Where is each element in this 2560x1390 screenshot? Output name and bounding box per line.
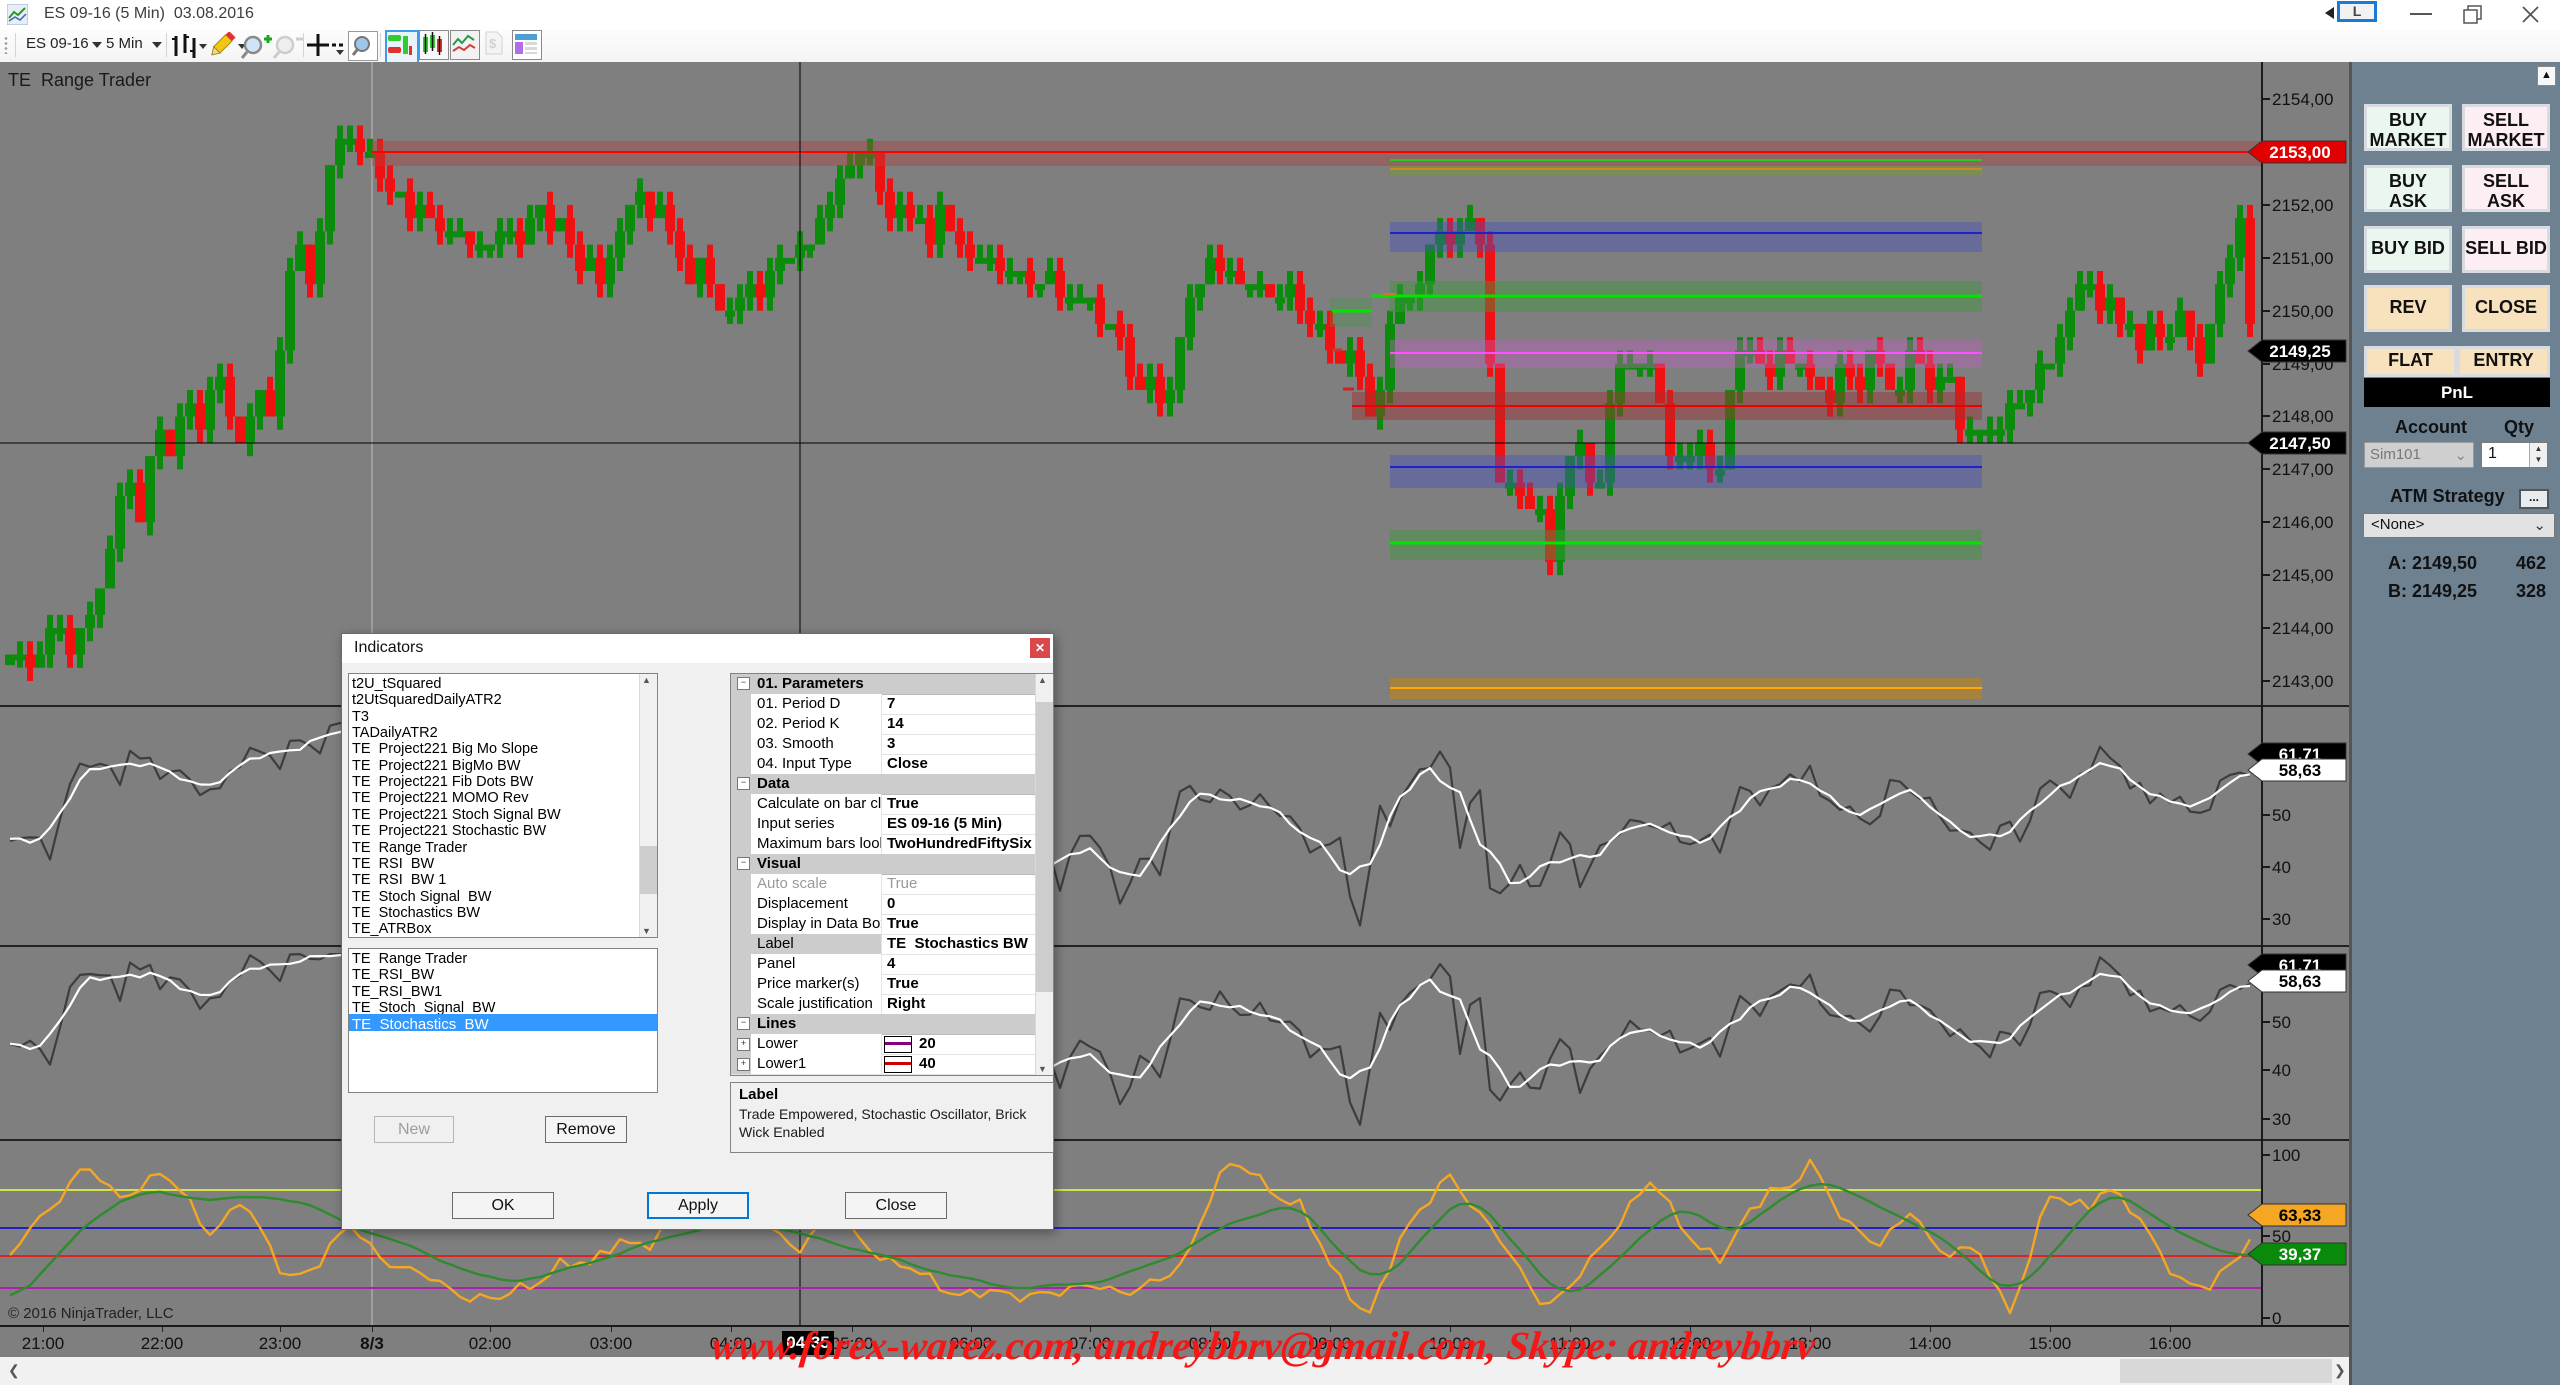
svg-text:39,37: 39,37 [2279, 1245, 2322, 1264]
svg-text:63,33: 63,33 [2279, 1206, 2322, 1225]
svg-text:2146,00: 2146,00 [2272, 513, 2333, 532]
svg-text:40: 40 [2272, 858, 2291, 877]
svg-text:2143,00: 2143,00 [2272, 672, 2333, 691]
svg-text:30: 30 [2272, 910, 2291, 929]
svg-text:50: 50 [2272, 806, 2291, 825]
svg-text:0: 0 [2272, 1309, 2281, 1325]
svg-text:2144,00: 2144,00 [2272, 619, 2333, 638]
svg-text:40: 40 [2272, 1061, 2291, 1080]
svg-text:2152,00: 2152,00 [2272, 196, 2333, 215]
svg-text:2149,25: 2149,25 [2269, 342, 2330, 361]
svg-text:2150,00: 2150,00 [2272, 302, 2333, 321]
svg-text:30: 30 [2272, 1110, 2291, 1129]
svg-text:TE Range Trader: TE Range Trader [8, 70, 151, 90]
svg-text:2145,00: 2145,00 [2272, 566, 2333, 585]
svg-text:50: 50 [2272, 1013, 2291, 1032]
svg-text:$: $ [489, 36, 497, 51]
svg-text:2148,00: 2148,00 [2272, 407, 2333, 426]
svg-text:58,63: 58,63 [2279, 972, 2322, 991]
svg-text:2151,00: 2151,00 [2272, 249, 2333, 268]
svg-text:© 2016 NinjaTrader, LLC: © 2016 NinjaTrader, LLC [8, 1305, 174, 1322]
svg-text:2147,00: 2147,00 [2272, 460, 2333, 479]
svg-text:2147,50: 2147,50 [2269, 434, 2330, 453]
svg-text:58,63: 58,63 [2279, 761, 2322, 780]
svg-text:2153,00: 2153,00 [2269, 143, 2330, 162]
svg-text:100: 100 [2272, 1146, 2300, 1165]
svg-text:2154,00: 2154,00 [2272, 90, 2333, 109]
